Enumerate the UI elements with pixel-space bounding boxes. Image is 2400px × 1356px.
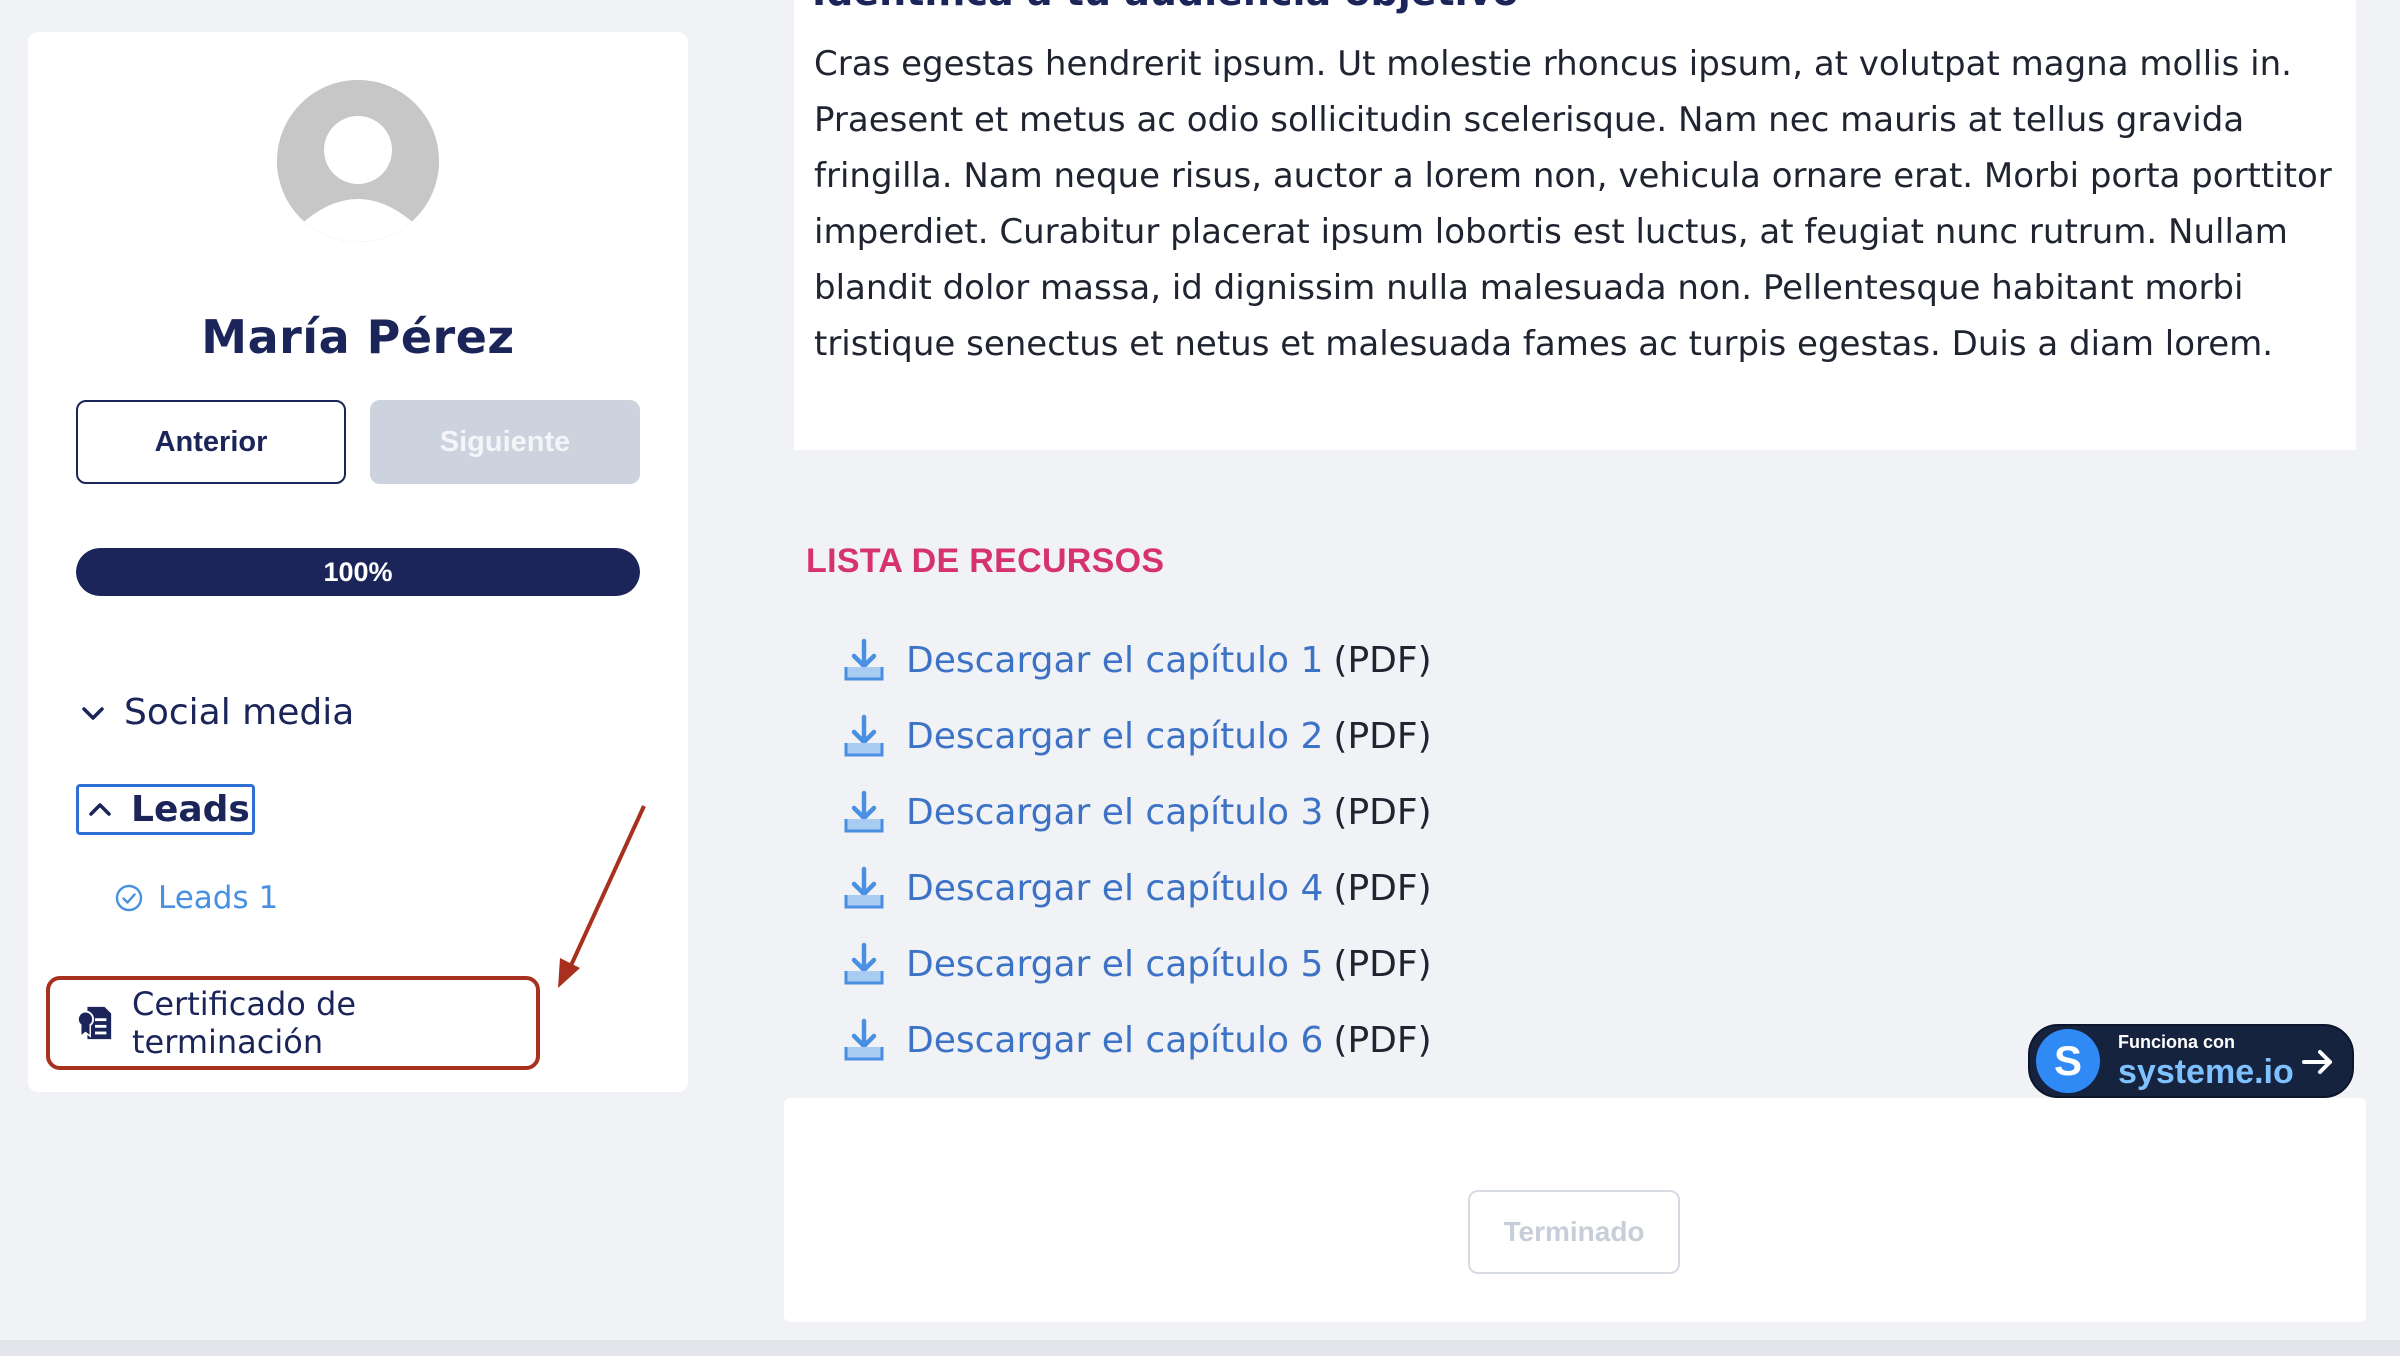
- systeme-logo-icon: S: [2036, 1029, 2100, 1093]
- badge-brand: systeme.io: [2118, 1053, 2294, 1091]
- download-link[interactable]: Descargar el capítulo 1: [906, 640, 1323, 681]
- resource-item: Descargar el capítulo 2 (PDF): [842, 698, 1432, 774]
- certificate-icon: [76, 1006, 112, 1040]
- complete-button[interactable]: Terminado: [1468, 1190, 1680, 1274]
- progress-label: 100%: [323, 556, 393, 587]
- body-paragraph: Cras egestas hendrerit ipsum. Ut molesti…: [814, 44, 2332, 364]
- arrow-right-icon: [2302, 1050, 2332, 1074]
- module-leads[interactable]: Leads: [76, 784, 255, 835]
- download-icon: [844, 790, 884, 833]
- download-icon: [844, 942, 884, 985]
- chevron-down-icon: [82, 706, 104, 720]
- file-type-label: (PDF): [1333, 791, 1432, 833]
- user-name: María Pérez: [201, 310, 515, 364]
- file-type-label: (PDF): [1333, 943, 1432, 985]
- file-type-label: (PDF): [1333, 715, 1432, 757]
- download-link[interactable]: Descargar el capítulo 2: [906, 716, 1323, 757]
- download-link[interactable]: Descargar el capítulo 6: [906, 1020, 1323, 1061]
- chevron-up-icon: [89, 802, 111, 816]
- download-icon: [844, 714, 884, 757]
- lesson-leads-1[interactable]: Leads 1: [114, 880, 278, 916]
- badge-small-text: Funciona con: [2118, 1032, 2235, 1052]
- resources-title: LISTA DE RECURSOS: [806, 542, 1165, 580]
- resource-item: Descargar el capítulo 3 (PDF): [842, 774, 1432, 850]
- file-type-label: (PDF): [1333, 867, 1432, 909]
- avatar: [277, 80, 439, 242]
- lesson-content: Identifica a tu audiencia objetivo Cras …: [794, 0, 2356, 450]
- bottom-strip: [0, 1340, 2400, 1356]
- next-button[interactable]: Siguiente: [370, 400, 640, 484]
- download-icon: [844, 638, 884, 681]
- resource-item: Descargar el capítulo 5 (PDF): [842, 926, 1432, 1002]
- download-icon: [844, 1018, 884, 1061]
- download-icon: [844, 866, 884, 909]
- lesson-footer: Terminado: [784, 1098, 2366, 1322]
- lesson-label: Leads 1: [158, 880, 279, 916]
- download-link[interactable]: Descargar el capítulo 5: [906, 944, 1323, 985]
- resource-item: Descargar el capítulo 1 (PDF): [842, 622, 1432, 698]
- annotation-arrow: [558, 805, 646, 988]
- download-link[interactable]: Descargar el capítulo 3: [906, 792, 1323, 833]
- course-sidebar: María Pérez Anterior Siguiente 100% Soci…: [28, 32, 688, 1092]
- progress-bar: 100%: [76, 548, 640, 596]
- file-type-label: (PDF): [1333, 1019, 1432, 1061]
- certificate-label: Certificado de terminación: [132, 985, 357, 1061]
- section-heading: Identifica a tu audiencia objetivo: [812, 0, 1519, 14]
- resource-item: Descargar el capítulo 6 (PDF): [842, 1002, 1432, 1078]
- file-type-label: (PDF): [1333, 639, 1432, 681]
- powered-by-badge[interactable]: S Funciona con systeme.io: [2028, 1024, 2354, 1098]
- previous-button[interactable]: Anterior: [76, 400, 346, 484]
- download-link[interactable]: Descargar el capítulo 4: [906, 868, 1323, 909]
- check-circle-icon: [115, 884, 143, 912]
- resource-item: Descargar el capítulo 4 (PDF): [842, 850, 1432, 926]
- certificate-link[interactable]: Certificado de terminación: [46, 976, 540, 1070]
- module-label: Leads: [131, 789, 250, 830]
- user-avatar-icon: [277, 80, 439, 242]
- badge-text: Funciona con systeme.io: [2118, 1031, 2294, 1091]
- module-label: Social media: [124, 692, 355, 733]
- resource-list: Descargar el capítulo 1 (PDF) Descargar el…: [842, 622, 1432, 1078]
- module-social-media[interactable]: Social media: [76, 692, 354, 733]
